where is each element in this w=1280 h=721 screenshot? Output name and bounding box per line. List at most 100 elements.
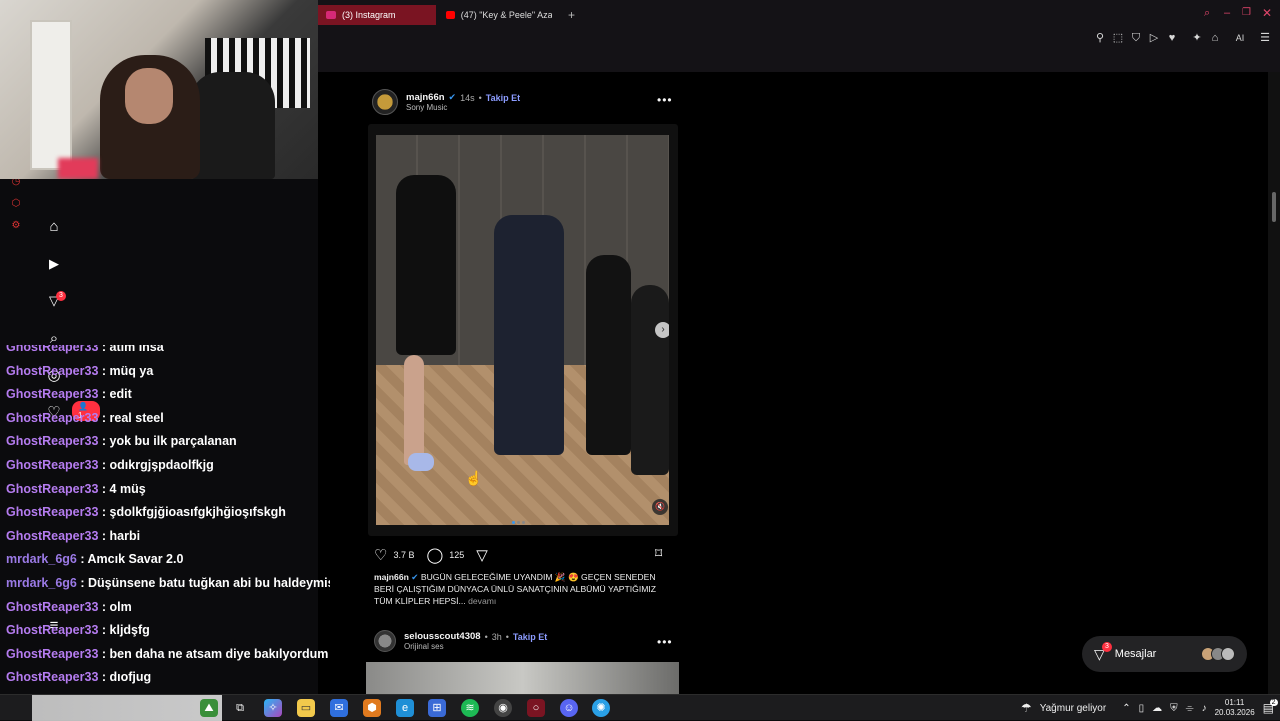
chat-username: GhostReaper33 (6, 387, 99, 402)
game-app-icon[interactable]: ⛰ (200, 699, 218, 717)
instagram-favicon-icon (326, 11, 336, 19)
network-icon[interactable]: ⌯ (1186, 703, 1194, 714)
avatar[interactable] (374, 630, 396, 652)
post-options-icon[interactable]: ••• (657, 93, 673, 107)
chat-username: mrdark_6g6 (6, 576, 77, 590)
file-explorer-icon[interactable]: ▭ (297, 699, 315, 717)
post-audio[interactable]: Sony Music (406, 103, 520, 112)
save-icon[interactable]: ⌑ (655, 545, 662, 562)
chat-text: : edit (101, 387, 132, 402)
clock[interactable]: 01:11 20.03.2026 (1215, 698, 1255, 718)
close-icon[interactable]: ✕ (1262, 6, 1272, 20)
reels-icon[interactable]: ▶ (44, 254, 64, 274)
lock-icon[interactable]: ⌂ (1208, 31, 1222, 45)
chevron-up-icon[interactable]: ⌃ (1122, 703, 1130, 714)
caption-more-link[interactable]: devamı (468, 596, 496, 606)
post-username[interactable]: selousscout4308 (404, 631, 481, 642)
settings-icon[interactable]: ⚙ (10, 220, 22, 232)
chat-username: GhostReaper33 (6, 481, 99, 496)
ai-label: AI (1235, 33, 1245, 43)
shield-icon[interactable]: ⛉ (1129, 31, 1143, 45)
extensions-icon[interactable]: ✦ (1190, 31, 1204, 45)
follow-button[interactable]: Takip Et (486, 93, 520, 103)
ai-button[interactable]: AI (1228, 31, 1252, 45)
chat-text: : atım Ihsa (101, 345, 164, 354)
scrollbar-thumb[interactable] (1272, 192, 1276, 222)
clock-time: 01:11 (1224, 698, 1245, 707)
new-tab-button[interactable]: + (568, 8, 575, 22)
dancer-1-leg (404, 355, 424, 465)
weather-text[interactable]: Yağmur geliyor (1040, 703, 1107, 714)
screenshot-icon[interactable]: ⬚ (1111, 31, 1125, 45)
tab-label: (3) Instagram (342, 10, 396, 20)
dancer-1 (396, 175, 456, 355)
mail-icon[interactable]: ✉ (330, 699, 348, 717)
chat-text: : şdolkfgjğioasıfgkjhğioşıfskgh (101, 505, 286, 520)
avatar[interactable] (372, 89, 398, 115)
menu-icon[interactable]: ☰ (1258, 31, 1272, 45)
share-icon[interactable]: ▽ (476, 546, 488, 564)
direct-badge: 3 (56, 291, 66, 301)
task-view-icon[interactable]: ⧉ (231, 699, 249, 717)
chat-text: : odıkrgjşpdaolfkjg (101, 458, 214, 472)
post-video[interactable]: › 🔇 (376, 135, 669, 525)
chat-message: mrdark_6g6 : Amcık Savar 2.0 (6, 552, 183, 566)
post-header: selousscout4308 • 3h • Takip Et Orijinal… (374, 630, 547, 652)
scrollbar[interactable] (1268, 72, 1280, 694)
messages-button[interactable]: ▽ 3 Mesajlar (1082, 636, 1247, 672)
home-icon[interactable]: ⌂ (44, 217, 64, 237)
cube-icon[interactable]: ⬡ (10, 198, 22, 210)
pin-icon[interactable]: ⚲ (1093, 31, 1107, 45)
copilot-icon[interactable]: ✧ (264, 699, 282, 717)
restore-icon[interactable]: ❐ (1242, 7, 1251, 18)
comment-count[interactable]: 125 (449, 550, 464, 560)
play-icon[interactable]: ▷ (1147, 31, 1161, 45)
post-options-icon[interactable]: ••• (657, 635, 673, 649)
caption-username[interactable]: majn66n (374, 572, 409, 582)
next-slide-icon[interactable]: › (655, 322, 669, 338)
app-icon[interactable]: ⬢ (363, 699, 381, 717)
like-icon[interactable]: ♡ (374, 546, 387, 564)
comment-icon[interactable]: ◯ (426, 546, 443, 564)
store-icon[interactable]: ⊞ (428, 699, 446, 717)
edge-icon[interactable]: e (396, 699, 414, 717)
notification-center-icon[interactable]: ▤ 2 (1263, 699, 1278, 715)
search-icon[interactable]: ⌕ (1204, 7, 1210, 20)
mute-icon[interactable]: 🔇 (652, 499, 668, 515)
minimize-icon[interactable]: – (1224, 7, 1230, 19)
chat-username: GhostReaper33 (6, 528, 99, 543)
chat-username: GhostReaper33 (6, 434, 99, 449)
post-media-preview[interactable] (366, 662, 679, 694)
chat-text: : yok bu ilk parçalanan (101, 434, 237, 449)
post-audio[interactable]: Orijinal ses (404, 642, 547, 651)
dancer-2 (494, 215, 564, 455)
chat-username: GhostReaper33 (6, 646, 99, 661)
chat-username: GhostReaper33 (6, 623, 99, 638)
chat-message: GhostReaper33 : olm (6, 600, 132, 614)
tab-instagram[interactable]: (3) Instagram (318, 5, 436, 25)
tab-label: (47) "Key & Peele" Azarba (460, 10, 552, 20)
cloud-icon[interactable]: ☁ (1152, 703, 1162, 714)
obs-icon[interactable]: ◉ (494, 699, 512, 717)
heart-icon[interactable]: ♥ (1165, 31, 1179, 45)
webcam-chair (190, 72, 275, 179)
opera-gx-icon[interactable]: ○ (527, 699, 545, 717)
post-username[interactable]: majn66n (406, 92, 445, 103)
app2-icon[interactable]: ✺ (592, 699, 610, 717)
device-icon[interactable]: ▯ (1139, 703, 1145, 714)
chat-text: : real steel (101, 410, 164, 425)
spotify-icon[interactable]: ≋ (461, 699, 479, 717)
like-count[interactable]: 3.7 B (393, 550, 414, 560)
chat-message: GhostReaper33 : müq ya (6, 364, 153, 378)
chat-text: : olm (101, 599, 132, 614)
follow-button[interactable]: Takip Et (513, 632, 547, 642)
post-actions: ♡ 3.7 B ◯ 125 ▽ (374, 546, 488, 564)
mouse-cursor-icon: ☝ (465, 470, 483, 486)
tab-youtube[interactable]: (47) "Key & Peele" Azarba (438, 5, 560, 25)
chat-username: GhostReaper33 (6, 599, 99, 614)
discord-icon[interactable]: ☺ (560, 699, 578, 717)
security-icon[interactable]: ⛨ (1170, 703, 1178, 714)
speaker-icon[interactable]: ♪ (1202, 703, 1207, 714)
chat-message: GhostReaper33 : real steel (6, 411, 164, 425)
clock-date: 20.03.2026 (1214, 708, 1255, 717)
